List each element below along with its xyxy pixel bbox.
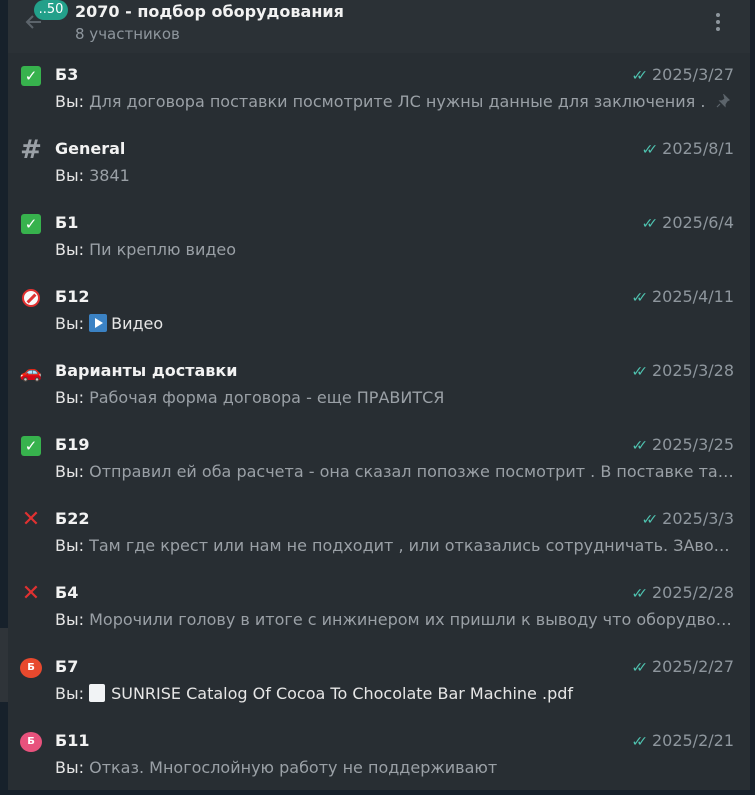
read-ticks-icon: ✓✓ <box>641 512 659 528</box>
message-preview: Вы: SUNRISE Catalog Of Cocoa To Chocolat… <box>55 684 574 703</box>
message-preview: Вы: Видео <box>55 314 164 333</box>
topic-date: ✓✓ 2025/3/28 <box>631 361 734 380</box>
message-preview: Вы: Пи креплю видео <box>55 240 237 259</box>
read-ticks-icon: ✓✓ <box>631 68 648 84</box>
topic-name: Б22 <box>55 509 90 528</box>
read-ticks-icon: ✓✓ <box>641 142 659 158</box>
topic-date: ✓✓ 2025/4/11 <box>631 287 734 306</box>
video-thumbnail-icon <box>89 314 108 332</box>
check-mark-icon: ✓ <box>20 213 42 235</box>
topic-name: General <box>55 139 126 158</box>
message-preview: Вы: Рабочая форма договора - еще ПРАВИТС… <box>55 388 445 407</box>
topic-date: ✓✓ 2025/3/3 <box>641 509 734 528</box>
topic-name: Б11 <box>55 731 90 750</box>
topic-date: ✓✓ 2025/2/27 <box>631 657 734 676</box>
read-ticks-icon: ✓✓ <box>631 364 648 380</box>
avatar-icon: Б <box>20 731 42 753</box>
message-preview: Вы: Отправил ей оба расчета - она сказал… <box>55 462 735 481</box>
avatar-icon: Б <box>20 657 42 679</box>
topic-row[interactable]: 🚗 Варианты доставки ✓✓ 2025/3/28 Вы: Рабо… <box>8 351 750 425</box>
member-count: 8 участников <box>75 25 180 43</box>
group-title[interactable]: 2070 - подбор оборудования <box>75 2 344 21</box>
message-preview: Вы: Там где крест или нам не подходит , … <box>55 536 735 555</box>
topic-row[interactable]: # General ✓✓ 2025/8/1 Вы: 3841 <box>8 129 750 203</box>
topic-row[interactable]: Б Б11 ✓✓ 2025/2/21 Вы: Отказ. Многослойну… <box>8 721 750 795</box>
topic-date: ✓✓ 2025/2/28 <box>631 583 734 602</box>
read-ticks-icon: ✓✓ <box>631 438 648 454</box>
left-edge-marker <box>0 628 8 702</box>
topic-name: Б12 <box>55 287 90 306</box>
read-ticks-icon: ✓✓ <box>631 734 648 750</box>
topic-row[interactable]: Б Б7 ✓✓ 2025/2/27 Вы: SUNRISE Catalog Of … <box>8 647 750 721</box>
topic-row[interactable]: ✕ Б22 ✓✓ 2025/3/3 Вы: Там где крест или н… <box>8 499 750 573</box>
more-options-icon[interactable] <box>712 11 724 35</box>
car-icon: 🚗 <box>19 361 43 383</box>
hashtag-icon: # <box>20 135 42 165</box>
topic-list: ✓ Б3 ✓✓ 2025/3/27 Вы: Для договора постав… <box>8 55 750 795</box>
read-ticks-icon: ✓✓ <box>631 660 648 676</box>
cross-mark-icon: ✕ <box>21 581 41 606</box>
read-ticks-icon: ✓✓ <box>641 216 659 232</box>
check-mark-icon: ✓ <box>20 435 42 457</box>
read-ticks-icon: ✓✓ <box>631 586 648 602</box>
topic-name: Б1 <box>55 213 79 232</box>
message-preview: Вы: Для договора поставки посмотрите ЛС … <box>55 92 706 111</box>
right-edge <box>750 0 755 790</box>
message-preview: Вы: 3841 <box>55 166 130 185</box>
cross-mark-icon: ✕ <box>21 507 41 532</box>
message-preview: Вы: Отказ. Многослойную работу не поддер… <box>55 758 498 777</box>
document-icon <box>89 684 106 702</box>
topic-name: Варианты доставки <box>55 361 238 380</box>
topic-row[interactable]: ✕ Б4 ✓✓ 2025/2/28 Вы: Морочили голову в и… <box>8 573 750 647</box>
topic-name: Б3 <box>55 65 79 84</box>
topic-row[interactable]: ✓ Б3 ✓✓ 2025/3/27 Вы: Для договора постав… <box>8 55 750 129</box>
topic-date: ✓✓ 2025/2/21 <box>631 731 734 750</box>
read-ticks-icon: ✓✓ <box>631 290 648 306</box>
unread-badge: ..50 <box>34 0 68 20</box>
message-preview: Вы: Морочили голову в итоге с инжинером … <box>55 610 735 629</box>
pin-icon <box>716 94 730 108</box>
topic-date: ✓✓ 2025/3/27 <box>631 65 734 84</box>
topic-date: ✓✓ 2025/3/25 <box>631 435 734 454</box>
topic-date: ✓✓ 2025/6/4 <box>641 213 734 232</box>
no-entry-icon <box>20 287 42 309</box>
check-mark-icon: ✓ <box>20 65 42 87</box>
topic-row[interactable]: ✓ Б1 ✓✓ 2025/6/4 Вы: Пи креплю видео <box>8 203 750 277</box>
topic-date: ✓✓ 2025/8/1 <box>641 139 734 158</box>
topic-row[interactable]: Б12 ✓✓ 2025/4/11 Вы: Видео <box>8 277 750 351</box>
topic-name: Б4 <box>55 583 79 602</box>
topic-name: Б7 <box>55 657 79 676</box>
topic-name: Б19 <box>55 435 90 454</box>
topic-row[interactable]: ✓ Б19 ✓✓ 2025/3/25 Вы: Отправил ей оба ра… <box>8 425 750 499</box>
